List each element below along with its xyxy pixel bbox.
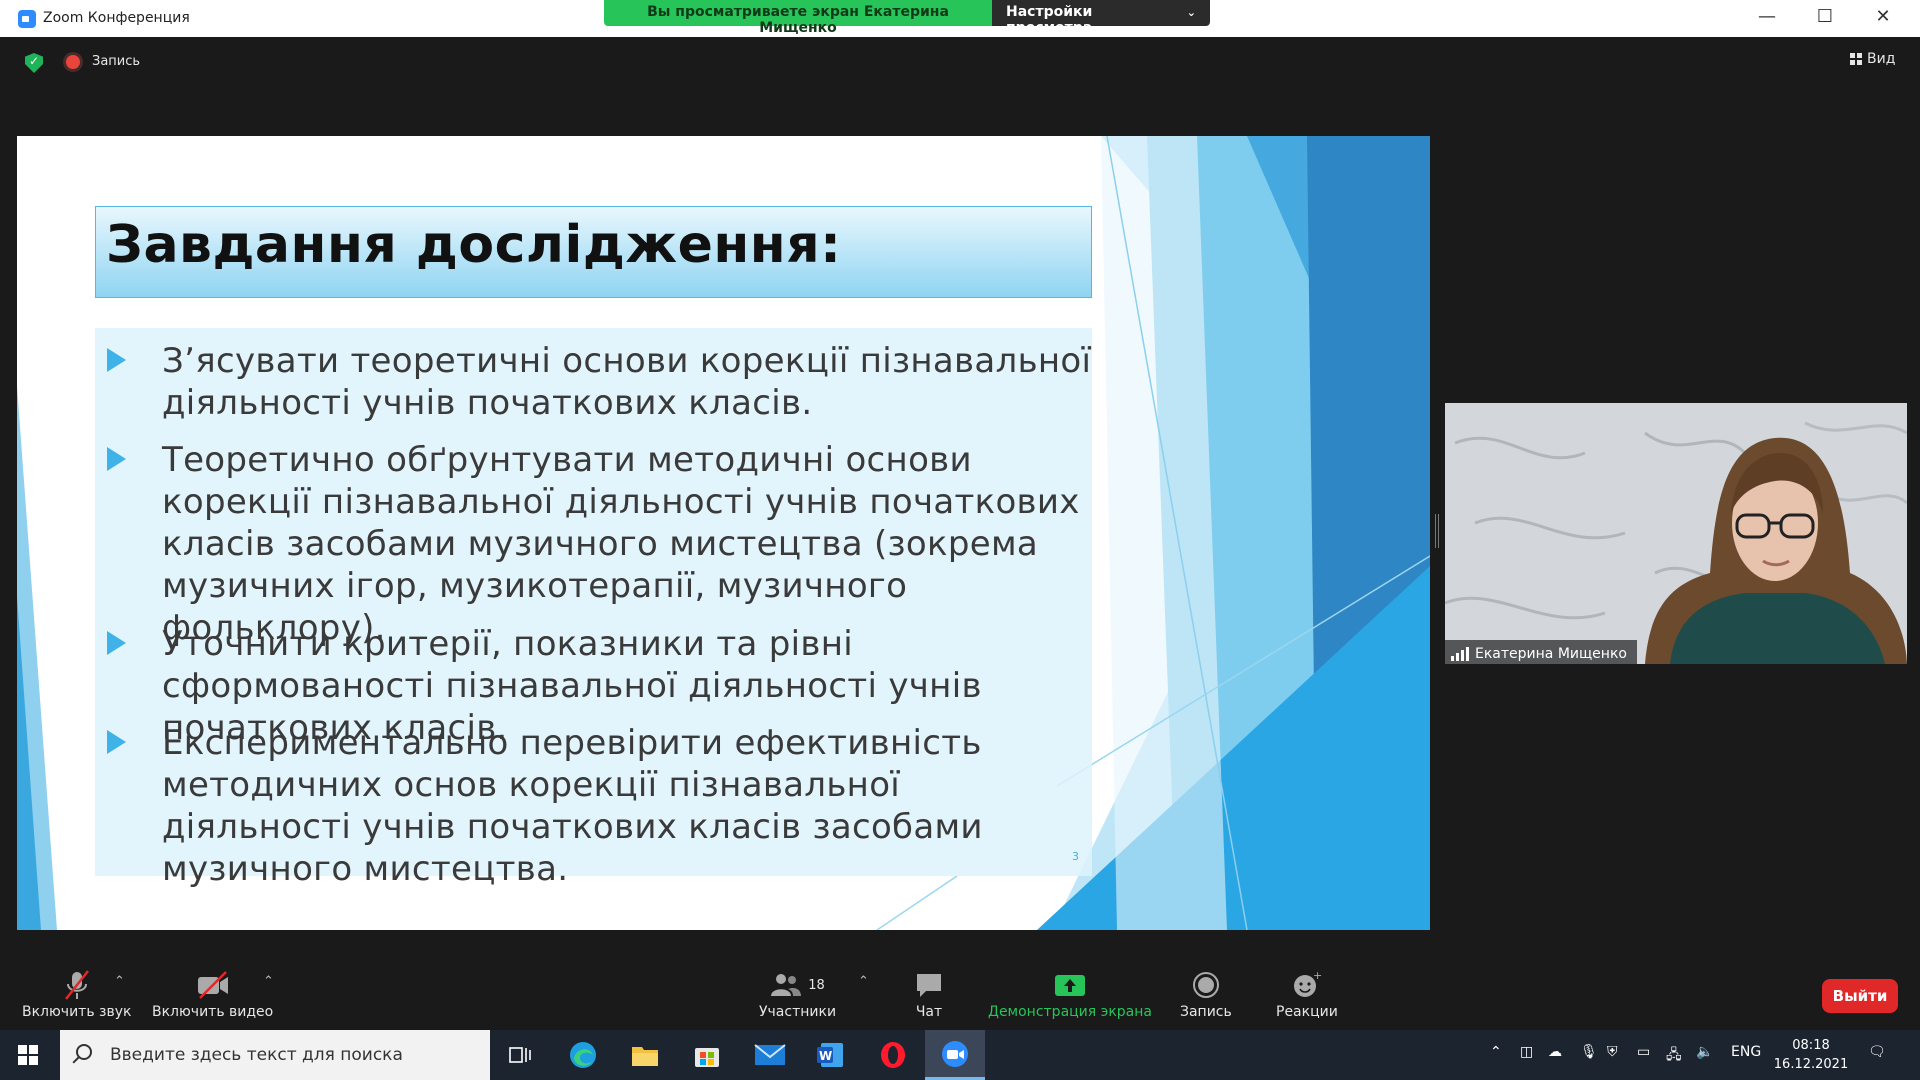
onedrive-icon[interactable]: ☁ [1548,1044,1562,1060]
video-off-icon [196,968,230,1002]
chat-label: Чат [915,1004,943,1020]
leave-meeting-button[interactable]: Выйти [1822,979,1898,1013]
microsoft-store-icon[interactable] [690,1038,724,1072]
participants-caret-icon[interactable]: ⌃ [858,974,869,989]
share-screen-button[interactable]: Демонстрация экрана [988,968,1152,1020]
share-screen-icon [1054,968,1086,1002]
slide-title-box: Завдання дослідження: [95,206,1092,298]
share-screen-label: Демонстрация экрана [988,1004,1152,1020]
edge-browser-icon[interactable] [566,1038,600,1072]
network-icon[interactable]: 🖧 [1666,1044,1682,1068]
share-banner-label: Вы просматриваете экран Екатерина Мищенк… [604,0,992,36]
bullet-arrow-icon [107,447,126,471]
zoom-taskbar-icon[interactable] [925,1030,985,1080]
participant-video-frame [1445,403,1907,664]
slide-bullet-list: З’ясувати теоретичні основи корекції піз… [95,328,1092,889]
view-options-button[interactable]: Настройки просмотра ⌄ [992,0,1210,36]
microphone-icon[interactable]: 🎙 [1580,1044,1598,1060]
start-video-button[interactable]: Включить видео [152,968,273,1020]
record-button[interactable]: Запись [1180,968,1232,1020]
shared-screen: Завдання дослідження: З’ясувати теоретич… [17,136,1430,930]
windows-start-icon[interactable] [18,1045,38,1065]
meet-now-icon[interactable]: ◫ [1520,1044,1533,1060]
file-explorer-icon[interactable] [628,1038,662,1072]
window-title: Zoom Конференция [43,10,190,26]
search-placeholder: Введите здесь текст для поиска [110,1045,403,1065]
battery-icon[interactable]: ▭ [1637,1044,1650,1060]
security-tray-icon[interactable]: ⛨ [1607,1044,1618,1060]
bullet-arrow-icon [107,348,126,372]
participant-name: Екатерина Мищенко [1475,645,1627,662]
minimize-button[interactable]: — [1752,6,1782,27]
notifications-icon[interactable]: 🗨 [1868,1044,1886,1060]
screen-share-banner: Вы просматриваете экран Екатерина Мищенк… [604,0,1210,36]
participants-button[interactable]: 18 Участники [759,968,836,1020]
record-icon [1192,968,1220,1002]
chat-bubble-icon [914,968,944,1002]
bullet-arrow-icon [107,631,126,655]
word-icon[interactable]: W [813,1038,847,1072]
taskbar-search-box[interactable]: Введите здесь текст для поиска [60,1030,490,1080]
bullet-text: З’ясувати теоретичні основи корекції піз… [162,341,1092,423]
maximize-button[interactable]: ☐ [1810,6,1840,27]
meeting-toolbar: Включить звук ⌃ Включить видео ⌃ 18 Учас… [0,958,1920,1030]
chevron-down-icon: ⌄ [1186,6,1196,19]
tray-expand-icon[interactable]: ⌃ [1490,1044,1502,1060]
participants-count: 18 [808,977,825,993]
participant-video[interactable]: Екатерина Мищенко [1445,403,1907,664]
opera-icon[interactable] [876,1038,910,1072]
bullet-text: Експериментально перевірити ефективність… [162,723,983,889]
bullet-text: Теоретично обґрунтувати методичні основи… [162,440,1080,648]
reactions-button[interactable]: + Реакции [1276,968,1338,1020]
mail-icon[interactable] [753,1038,787,1072]
microphone-muted-icon [62,968,92,1002]
panel-resize-handle[interactable] [1435,514,1439,548]
participants-label: Участники [759,1004,837,1020]
audio-options-caret-icon[interactable]: ⌃ [114,974,125,989]
slide-page-number: 3 [1072,850,1079,863]
record-label: Запись [1180,1004,1232,1020]
clock-date: 16.12.2021 [1773,1057,1849,1072]
participant-name-tag: Екатерина Мищенко [1445,640,1637,664]
participants-icon [771,974,802,996]
clock-time: 08:18 [1792,1038,1830,1053]
start-video-label: Включить видео [152,1004,274,1020]
taskbar-clock[interactable]: 08:18 16.12.2021 [1773,1036,1849,1074]
chat-button[interactable]: Чат [914,968,944,1020]
unmute-label: Включить звук [22,1004,132,1020]
view-button[interactable]: Вид [1850,51,1895,67]
recording-label: Запись [92,54,141,69]
signal-strength-icon [1451,646,1469,661]
gallery-view-icon [1850,53,1862,65]
volume-icon[interactable]: 🔈 [1696,1044,1713,1060]
video-options-caret-icon[interactable]: ⌃ [263,974,274,989]
window-title-bar: Zoom Конференция Вы просматриваете экран… [0,0,1920,37]
language-indicator[interactable]: ENG [1731,1044,1761,1060]
reactions-label: Реакции [1276,1004,1338,1020]
security-shield-icon[interactable] [25,53,43,73]
view-options-label: Настройки просмотра [1006,4,1093,36]
smiley-plus-icon: + [1292,968,1322,1002]
svg-text:+: + [1313,970,1322,982]
view-label: Вид [1867,51,1896,67]
task-view-icon[interactable] [503,1038,537,1072]
close-button[interactable]: ✕ [1868,6,1898,27]
svg-text:W: W [819,1049,832,1063]
windows-taskbar: Введите здесь текст для поиска W ⌃ ◫ ☁ 🎙… [0,1030,1920,1080]
slide-title: Завдання дослідження: [106,215,842,275]
search-icon [76,1044,92,1060]
zoom-app-icon [18,10,36,28]
recording-indicator-icon [66,55,80,69]
meeting-top-strip: Запись Вид [0,37,1920,87]
bullet-arrow-icon [107,730,126,754]
